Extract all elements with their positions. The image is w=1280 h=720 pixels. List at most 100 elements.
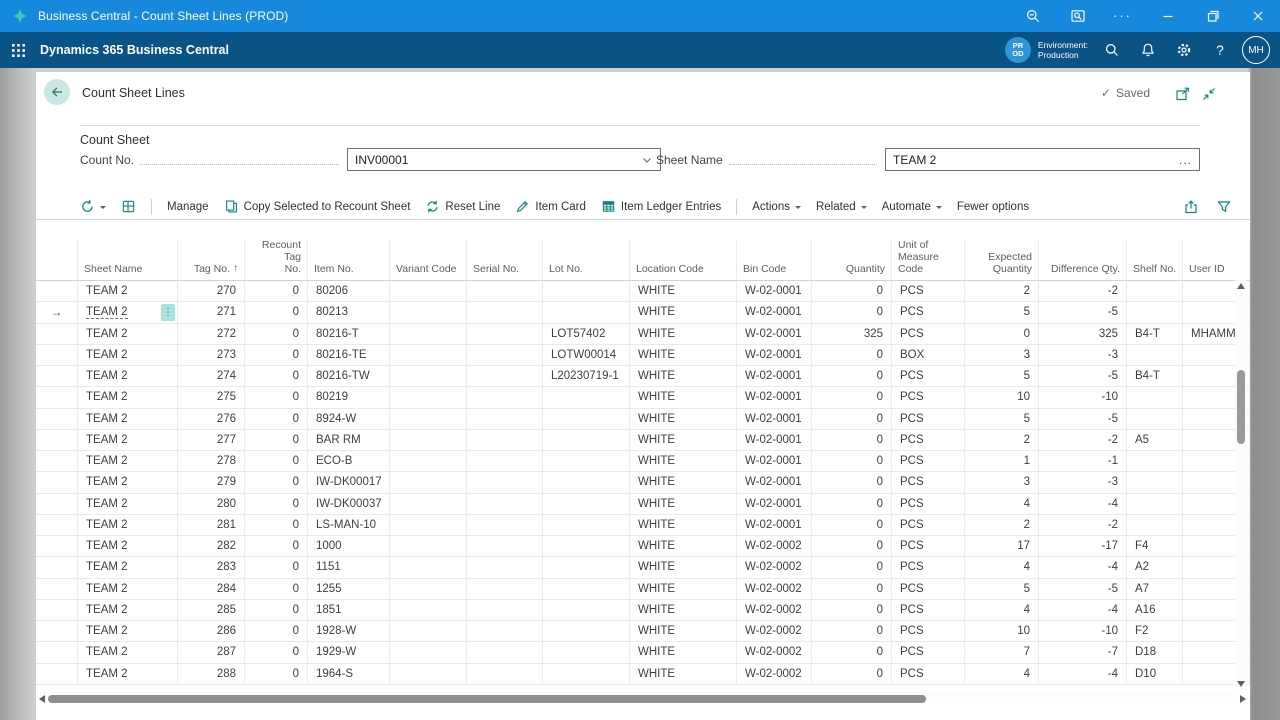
row-selector[interactable] <box>36 387 78 408</box>
cell-variant_code[interactable] <box>390 664 467 685</box>
cell-lot_no[interactable] <box>543 302 630 323</box>
cell-lot_no[interactable] <box>543 451 630 472</box>
cell-sheet_name[interactable]: TEAM 2 <box>78 579 178 600</box>
cell-shelf_no[interactable] <box>1127 409 1183 430</box>
item-ledger-entries-button[interactable]: Item Ledger Entries <box>601 199 721 214</box>
column-header-serial_no[interactable]: Serial No. <box>467 240 543 281</box>
cell-location_code[interactable]: WHITE <box>630 366 737 387</box>
row-selector[interactable] <box>36 664 78 685</box>
actions-menu[interactable]: Actions <box>752 201 801 213</box>
cell-variant_code[interactable] <box>390 600 467 621</box>
table-row[interactable]: TEAM 22780ECO-BWHITEW-02-00010PCS1-1 <box>36 451 1250 472</box>
cell-tag_no[interactable]: 288 <box>178 664 245 685</box>
cell-variant_code[interactable] <box>390 472 467 493</box>
cell-item_no[interactable]: 1851 <box>308 600 390 621</box>
cell-bin_code[interactable]: W-02-0001 <box>737 281 812 302</box>
cell-item_no[interactable]: 1151 <box>308 557 390 578</box>
cell-quantity[interactable]: 0 <box>812 664 892 685</box>
cell-tag_no[interactable]: 282 <box>178 536 245 557</box>
column-header-expected_quantity[interactable]: Expected Quantity <box>965 240 1039 281</box>
sheet-name-input[interactable]: TEAM 2 ... <box>885 148 1200 171</box>
cell-bin_code[interactable]: W-02-0002 <box>737 557 812 578</box>
column-header-difference_qty[interactable]: Difference Qty. <box>1039 240 1127 281</box>
cell-serial_no[interactable] <box>467 579 543 600</box>
fewer-options-button[interactable]: Fewer options <box>957 201 1029 213</box>
analyze-button[interactable] <box>121 199 136 214</box>
cell-unit_of_measure_code[interactable]: PCS <box>892 302 965 323</box>
cell-expected_quantity[interactable]: 0 <box>965 324 1039 345</box>
cell-expected_quantity[interactable]: 3 <box>965 472 1039 493</box>
cell-quantity[interactable]: 325 <box>812 324 892 345</box>
column-header-quantity[interactable]: Quantity <box>812 240 892 281</box>
cell-shelf_no[interactable] <box>1127 494 1183 515</box>
cell-shelf_no[interactable] <box>1127 302 1183 323</box>
cell-location_code[interactable]: WHITE <box>630 621 737 642</box>
cell-variant_code[interactable] <box>390 387 467 408</box>
cell-location_code[interactable]: WHITE <box>630 409 737 430</box>
cell-recount_tag_no[interactable]: 0 <box>245 409 308 430</box>
cell-sheet_name[interactable]: TEAM 2 <box>78 642 178 663</box>
vertical-scrollbar[interactable] <box>1235 280 1247 690</box>
cell-tag_no[interactable]: 286 <box>178 621 245 642</box>
column-header-shelf_no[interactable]: Shelf No. <box>1127 240 1183 281</box>
help-button[interactable]: ? <box>1202 32 1238 68</box>
cell-quantity[interactable]: 0 <box>812 600 892 621</box>
scroll-left-icon[interactable] <box>39 695 45 703</box>
cell-lot_no[interactable] <box>543 579 630 600</box>
environment-badge[interactable]: PR OD <box>1005 37 1031 63</box>
table-row[interactable]: TEAM 2273080216-TELOTW00014WHITEW-02-000… <box>36 345 1250 366</box>
horizontal-scroll-thumb[interactable] <box>48 695 926 703</box>
cell-difference_qty[interactable]: -4 <box>1039 664 1127 685</box>
cell-sheet_name[interactable]: TEAM 2 <box>78 409 178 430</box>
cell-expected_quantity[interactable]: 4 <box>965 600 1039 621</box>
views-menu-button[interactable] <box>80 199 106 214</box>
cell-difference_qty[interactable]: -3 <box>1039 345 1127 366</box>
cell-sheet_name[interactable]: TEAM 2 <box>78 600 178 621</box>
cell-serial_no[interactable] <box>467 366 543 387</box>
cell-lot_no[interactable] <box>543 430 630 451</box>
cell-variant_code[interactable] <box>390 536 467 557</box>
cell-location_code[interactable]: WHITE <box>630 642 737 663</box>
cell-serial_no[interactable] <box>467 324 543 345</box>
cell-serial_no[interactable] <box>467 664 543 685</box>
cell-tag_no[interactable]: 277 <box>178 430 245 451</box>
cell-lot_no[interactable] <box>543 600 630 621</box>
cell-location_code[interactable]: WHITE <box>630 345 737 366</box>
cell-tag_no[interactable]: 273 <box>178 345 245 366</box>
cell-tag_no[interactable]: 284 <box>178 579 245 600</box>
cell-item_no[interactable]: 80216-TW <box>308 366 390 387</box>
cell-unit_of_measure_code[interactable]: PCS <box>892 451 965 472</box>
cell-recount_tag_no[interactable]: 0 <box>245 494 308 515</box>
cell-bin_code[interactable]: W-02-0001 <box>737 302 812 323</box>
cell-unit_of_measure_code[interactable]: PCS <box>892 664 965 685</box>
cell-lot_no[interactable] <box>543 536 630 557</box>
more-options-button[interactable]: ··· <box>1100 0 1145 32</box>
cell-shelf_no[interactable] <box>1127 345 1183 366</box>
cell-recount_tag_no[interactable]: 0 <box>245 302 308 323</box>
row-selector[interactable] <box>36 600 78 621</box>
row-selector[interactable] <box>36 642 78 663</box>
cell-assist-menu[interactable]: ⋮ <box>161 304 175 321</box>
cell-shelf_no[interactable]: F2 <box>1127 621 1183 642</box>
cell-bin_code[interactable]: W-02-0001 <box>737 430 812 451</box>
cell-difference_qty[interactable]: -17 <box>1039 536 1127 557</box>
minimize-button[interactable] <box>1145 0 1190 32</box>
cell-item_no[interactable]: 80219 <box>308 387 390 408</box>
waffle-icon[interactable] <box>11 43 26 58</box>
cell-expected_quantity[interactable]: 5 <box>965 302 1039 323</box>
cell-variant_code[interactable] <box>390 515 467 536</box>
cell-tag_no[interactable]: 271 <box>178 302 245 323</box>
row-selector[interactable] <box>36 430 78 451</box>
cell-quantity[interactable]: 0 <box>812 494 892 515</box>
share-button[interactable] <box>1183 199 1199 215</box>
cell-quantity[interactable]: 0 <box>812 642 892 663</box>
table-row[interactable]: TEAM 228501851WHITEW-02-00020PCS4-4A16 <box>36 600 1250 621</box>
cell-recount_tag_no[interactable]: 0 <box>245 600 308 621</box>
cell-sheet_name[interactable]: TEAM 2 <box>78 366 178 387</box>
cell-recount_tag_no[interactable]: 0 <box>245 281 308 302</box>
cell-unit_of_measure_code[interactable]: BOX <box>892 345 965 366</box>
cell-difference_qty[interactable]: -2 <box>1039 430 1127 451</box>
cell-recount_tag_no[interactable]: 0 <box>245 557 308 578</box>
table-row[interactable]: TEAM 2275080219WHITEW-02-00010PCS10-10 <box>36 387 1250 408</box>
cell-lot_no[interactable] <box>543 515 630 536</box>
